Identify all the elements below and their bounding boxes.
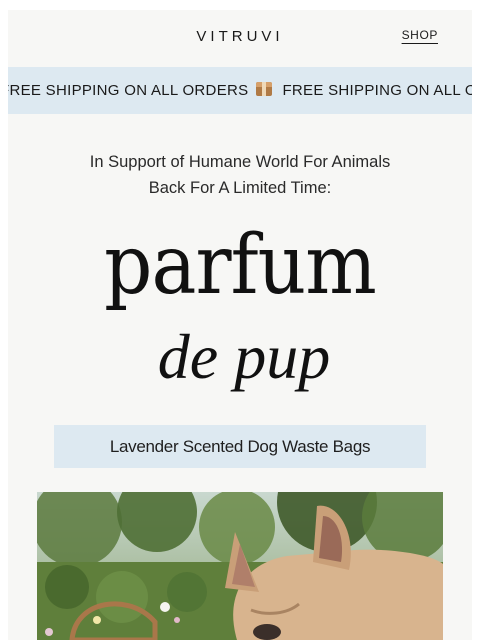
email-body: VITRUVI SHOP FREE SHIPPING ON ALL ORDERS… bbox=[8, 10, 472, 640]
intro-line: In Support of Humane World For Animals bbox=[89, 153, 391, 171]
shipping-ticker: FREE SHIPPING ON ALL ORDERS FREE SHIPPING… bbox=[8, 67, 472, 114]
headline-sub: de pup bbox=[157, 321, 331, 392]
intro-text: In Support of Humane World For Animals B… bbox=[8, 149, 472, 201]
dog-photo-illustration bbox=[37, 492, 443, 640]
ticker-message: FREE SHIPPING ON ALL ORDERS bbox=[8, 82, 249, 99]
header: VITRUVI SHOP bbox=[8, 10, 472, 67]
headline-main: parfum bbox=[104, 218, 377, 313]
product-label-banner[interactable]: Lavender Scented Dog Waste Bags bbox=[54, 425, 426, 468]
ticker-message: FREE SHIPPING ON ALL ORDERS bbox=[282, 82, 472, 99]
intro-line: Back For A Limited Time: bbox=[148, 179, 332, 197]
ticker-track: FREE SHIPPING ON ALL ORDERS FREE SHIPPING… bbox=[8, 82, 472, 99]
dog-photo[interactable] bbox=[37, 492, 443, 640]
package-icon bbox=[256, 82, 273, 96]
shop-link[interactable]: SHOP bbox=[402, 28, 438, 42]
